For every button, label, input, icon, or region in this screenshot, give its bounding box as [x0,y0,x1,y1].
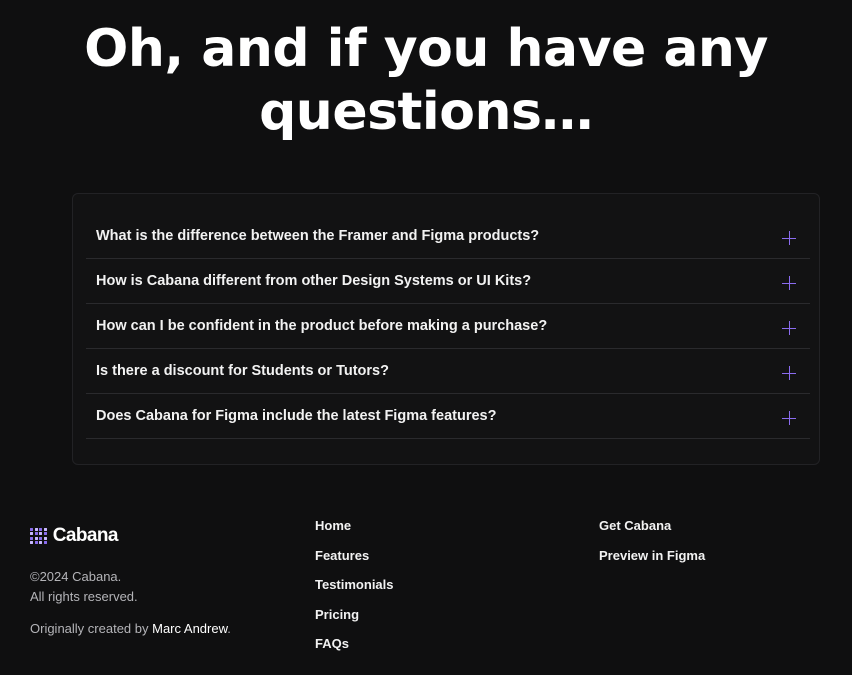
faq-item-confidence[interactable]: How can I be confident in the product be… [86,304,810,349]
dot-grid-logo-icon [30,527,47,545]
plus-icon[interactable] [782,231,796,245]
plus-icon[interactable] [782,276,796,290]
copyright-line: ©2024 Cabana. [30,569,122,584]
footer-link-pricing[interactable]: Pricing [315,607,394,637]
author-link[interactable]: Marc Andrew [152,621,227,636]
faq-accordion: What is the difference between the Frame… [72,193,820,465]
page: Oh, and if you have any questions… What … [0,0,852,675]
plus-icon[interactable] [782,321,796,335]
footer-link-get-cabana[interactable]: Get Cabana [599,518,705,548]
plus-icon[interactable] [782,366,796,380]
plus-icon[interactable] [782,411,796,425]
faq-question: What is the difference between the Frame… [96,228,540,244]
copyright: ©2024 Cabana. All rights reserved. [30,567,231,607]
brand-name: Cabana [52,525,119,546]
faq-item-framer-vs-figma[interactable]: What is the difference between the Frame… [86,194,810,259]
faq-item-cabana-difference[interactable]: How is Cabana different from other Desig… [86,259,810,304]
faq-question: How can I be confident in the product be… [96,318,548,334]
credit-suffix: . [227,621,231,636]
footer-link-home[interactable]: Home [315,518,394,548]
footer-nav-secondary: Get Cabana Preview in Figma [599,518,705,577]
footer-link-faqs[interactable]: FAQs [315,636,394,666]
faq-question: How is Cabana different from other Desig… [96,273,532,289]
credit-line: Originally created by Marc Andrew. [30,621,231,636]
rights-line: All rights reserved. [30,589,138,604]
faq-question: Does Cabana for Figma include the latest… [96,408,497,424]
faq-question: Is there a discount for Students or Tuto… [96,363,389,379]
brand-logo[interactable]: Cabana [30,525,231,547]
footer-nav-primary: Home Features Testimonials Pricing FAQs [315,518,394,666]
faq-heading: Oh, and if you have any questions… [84,19,768,142]
faq-list: What is the difference between the Frame… [86,194,810,439]
footer-link-testimonials[interactable]: Testimonials [315,577,394,607]
footer-link-features[interactable]: Features [315,548,394,578]
credit-prefix: Originally created by [30,621,153,636]
footer-brand: Cabana ©2024 Cabana. All rights reserved… [30,525,231,636]
faq-item-figma-features[interactable]: Does Cabana for Figma include the latest… [86,394,810,439]
footer-link-preview-figma[interactable]: Preview in Figma [599,548,705,578]
faq-item-student-discount[interactable]: Is there a discount for Students or Tuto… [86,349,810,394]
